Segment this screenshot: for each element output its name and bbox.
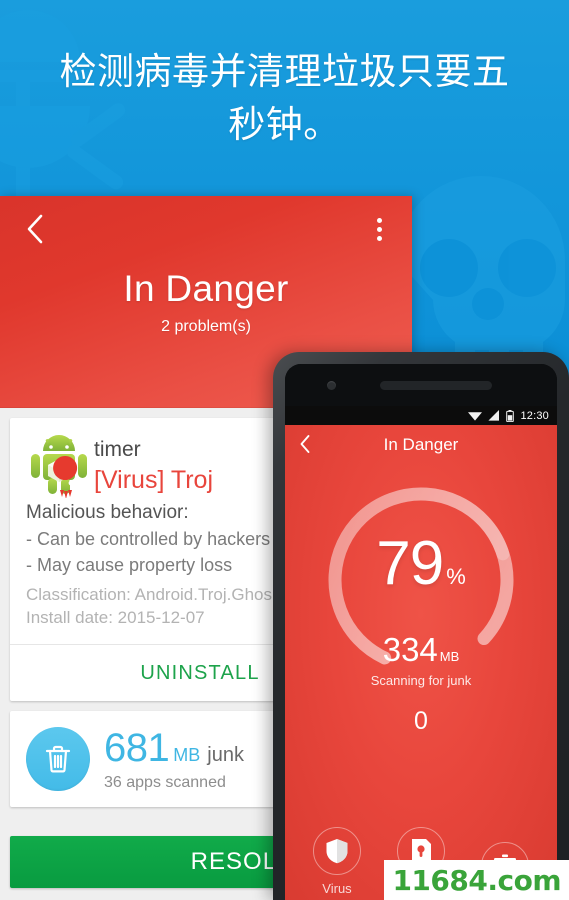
site-watermark: 11684.com (384, 860, 569, 900)
junk-apps-scanned: 36 apps scanned (104, 773, 226, 791)
tab-virus-label: Virus (322, 881, 352, 896)
phone-back-button[interactable] (299, 434, 311, 459)
tab-virus[interactable]: Virus (298, 827, 376, 896)
threat-name: [Virus] Troj (94, 466, 214, 495)
infected-app-name: timer (94, 438, 141, 461)
android-status-bar: 12:30 (285, 406, 557, 425)
signal-icon (488, 410, 500, 421)
app-problem-count: 2 problem(s) (161, 318, 251, 335)
junk-summary: 681 MB junk 36 apps scanned (104, 728, 244, 791)
earpiece-speaker (380, 381, 492, 390)
phone-app-bar: In Danger (285, 425, 557, 465)
android-robot-with-skull-badge-icon (26, 432, 92, 498)
virus-card-titles: timer [Virus] Troj (94, 432, 213, 498)
promo-headline: 检测病毒并清理垃圾只要五秒钟。 (59, 51, 510, 145)
front-camera-icon (327, 381, 336, 390)
scanned-amount: 334 (382, 631, 438, 668)
app-status-title: In Danger (123, 268, 289, 309)
battery-icon (506, 409, 515, 422)
junk-word: junk (207, 743, 244, 766)
phone-screen: 12:30 In Danger 79 % 334 MB Scanning for… (285, 406, 557, 900)
promo-screen: 检测病毒并清理垃圾只要五秒钟。 In Danger 2 problem(s) t… (0, 0, 569, 900)
phone-body: 12:30 In Danger 79 % 334 MB Scanning for… (285, 364, 557, 900)
scan-counter: 0 (414, 707, 428, 735)
scan-percent-value: 79 (376, 529, 444, 598)
phone-screen-title: In Danger (383, 435, 459, 454)
status-bar-time: 12:30 (520, 409, 549, 422)
scanned-size-readout: 334 MB (316, 633, 526, 666)
scan-status-label: Scanning for junk (370, 673, 472, 688)
percent-symbol: % (446, 564, 466, 589)
chevron-left-icon (27, 214, 43, 244)
overflow-menu-button[interactable] (366, 212, 392, 246)
wifi-icon (468, 412, 483, 421)
junk-amount: 681 (104, 725, 170, 770)
back-button[interactable] (18, 212, 52, 246)
more-vertical-icon (376, 217, 382, 223)
uninstall-button-label: UNINSTALL (140, 661, 260, 684)
phone-mockup: 12:30 In Danger 79 % 334 MB Scanning for… (273, 352, 569, 900)
scan-progress-gauge: 79 % 334 MB Scanning for junk (316, 475, 526, 688)
scanned-unit: MB (439, 649, 460, 664)
junk-unit: MB (173, 744, 201, 765)
shield-icon (313, 827, 361, 875)
trash-icon (26, 727, 90, 792)
site-watermark-text: 11684.com (392, 864, 561, 897)
gauge-center-readout: 79 % (316, 533, 526, 595)
chevron-left-icon (300, 435, 310, 453)
phone-bezel-top (285, 364, 557, 406)
